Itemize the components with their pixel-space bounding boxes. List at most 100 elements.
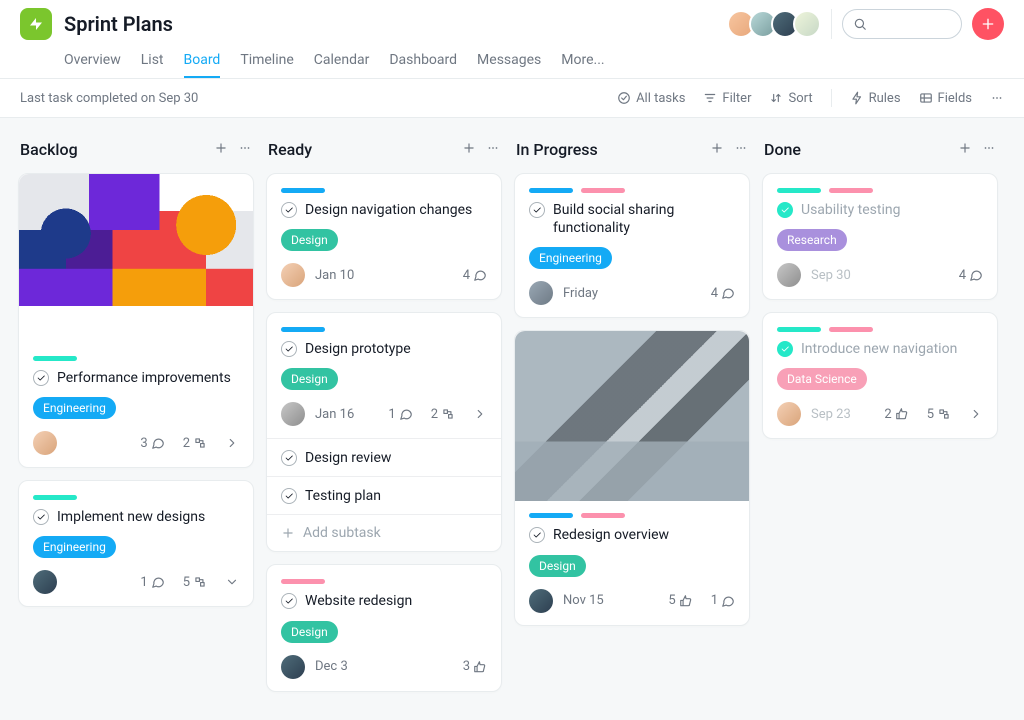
assignee-avatar[interactable] <box>777 263 801 287</box>
subtask-count[interactable]: 5 <box>927 407 951 422</box>
expand-button[interactable] <box>969 407 983 421</box>
dots-icon <box>238 141 252 155</box>
sort-button[interactable]: Sort <box>769 91 812 106</box>
comment-count[interactable]: 4 <box>959 268 983 283</box>
subtask-item[interactable]: Testing plan <box>267 477 501 515</box>
complete-checkbox[interactable] <box>281 488 297 504</box>
comment-count[interactable]: 3 <box>140 436 164 451</box>
assignee-avatar[interactable] <box>529 589 553 613</box>
subtask-count[interactable]: 2 <box>183 436 207 451</box>
collapse-button[interactable] <box>225 575 239 589</box>
comment-count[interactable]: 1 <box>140 575 164 590</box>
task-card[interactable]: Performance improvements Engineering 3 2 <box>18 173 254 468</box>
subtask-count[interactable]: 5 <box>183 575 207 590</box>
assignee-avatar[interactable] <box>777 402 801 426</box>
tag-engineering[interactable]: Engineering <box>529 247 612 269</box>
tab-overview[interactable]: Overview <box>64 44 121 78</box>
assignee-avatar[interactable] <box>33 431 57 455</box>
complete-checkbox[interactable] <box>281 341 297 357</box>
tag-engineering[interactable]: Engineering <box>33 536 116 558</box>
column-menu[interactable] <box>734 140 748 159</box>
tag-engineering[interactable]: Engineering <box>33 397 116 419</box>
comment-count[interactable]: 4 <box>463 268 487 283</box>
tab-list[interactable]: List <box>141 44 164 78</box>
comment-count[interactable]: 1 <box>711 593 735 608</box>
task-card[interactable]: Build social sharing functionality Engin… <box>514 173 750 318</box>
tab-dashboard[interactable]: Dashboard <box>389 44 457 78</box>
complete-checkbox[interactable] <box>33 509 49 525</box>
complete-checkbox[interactable] <box>281 450 297 466</box>
plus-icon <box>710 141 724 155</box>
project-stripes <box>529 513 735 518</box>
dots-icon <box>734 141 748 155</box>
tab-messages[interactable]: Messages <box>477 44 541 78</box>
rules-button[interactable]: Rules <box>850 91 901 106</box>
subtask-title: Testing plan <box>305 488 381 504</box>
project-title: Sprint Plans <box>64 12 173 36</box>
search-input[interactable] <box>842 9 962 39</box>
subtask-item[interactable]: Design review <box>267 439 501 477</box>
column-menu[interactable] <box>982 140 996 159</box>
add-subtask-button[interactable]: Add subtask <box>267 515 501 551</box>
expand-button[interactable] <box>225 436 239 450</box>
like-count[interactable]: 5 <box>668 593 692 608</box>
column-menu[interactable] <box>238 140 252 159</box>
more-options[interactable] <box>990 91 1004 105</box>
add-card-button[interactable] <box>462 140 476 159</box>
tab-timeline[interactable]: Timeline <box>240 44 293 78</box>
avatar[interactable] <box>793 10 821 38</box>
comment-icon <box>473 268 487 282</box>
comment-count[interactable]: 1 <box>388 407 412 422</box>
tab-more[interactable]: More... <box>561 44 604 78</box>
task-card[interactable]: Design navigation changes Design Jan 10 … <box>266 173 502 300</box>
like-count[interactable]: 3 <box>463 659 487 674</box>
subtask-count[interactable]: 2 <box>431 407 455 422</box>
complete-checkbox[interactable] <box>529 202 545 218</box>
tag-design[interactable]: Design <box>529 555 586 577</box>
assignee-avatar[interactable] <box>281 655 305 679</box>
tag-design[interactable]: Design <box>281 621 338 643</box>
column-header: Done <box>762 134 998 173</box>
column-menu[interactable] <box>486 140 500 159</box>
task-card[interactable]: Design prototype Design Jan 16 1 2 Desig… <box>266 312 502 552</box>
assignee-avatar[interactable] <box>529 281 553 305</box>
assignee-avatar[interactable] <box>33 570 57 594</box>
all-tasks-filter[interactable]: All tasks <box>617 91 685 106</box>
fields-button[interactable]: Fields <box>919 91 972 106</box>
tab-calendar[interactable]: Calendar <box>314 44 370 78</box>
column-title: Done <box>764 140 801 159</box>
complete-checkbox[interactable] <box>281 593 297 609</box>
task-card[interactable]: Usability testing Research Sep 30 4 <box>762 173 998 300</box>
complete-checkbox[interactable] <box>33 370 49 386</box>
tag-research[interactable]: Research <box>777 229 847 251</box>
task-card[interactable]: Website redesign Design Dec 3 3 <box>266 564 502 691</box>
complete-checkbox[interactable] <box>281 202 297 218</box>
assignee-avatar[interactable] <box>281 263 305 287</box>
complete-checkbox[interactable] <box>777 341 793 357</box>
member-avatars[interactable] <box>733 10 821 38</box>
tag-design[interactable]: Design <box>281 368 338 390</box>
complete-checkbox[interactable] <box>777 202 793 218</box>
header: Sprint Plans Overview List Board Timelin… <box>0 0 1024 79</box>
task-card[interactable]: Redesign overview Design Nov 15 5 1 <box>514 330 750 625</box>
project-stripes <box>529 188 735 193</box>
filter-button[interactable]: Filter <box>703 91 751 106</box>
tag-design[interactable]: Design <box>281 229 338 251</box>
expand-button[interactable] <box>473 407 487 421</box>
assignee-avatar[interactable] <box>281 402 305 426</box>
subtask-list: Design review Testing plan Add subtask <box>267 438 501 551</box>
tab-board[interactable]: Board <box>184 44 221 78</box>
task-card[interactable]: Introduce new navigation Data Science Se… <box>762 312 998 439</box>
comment-icon <box>151 575 165 589</box>
add-card-button[interactable] <box>710 140 724 159</box>
like-count[interactable]: 2 <box>884 407 908 422</box>
add-card-button[interactable] <box>214 140 228 159</box>
comment-count[interactable]: 4 <box>711 286 735 301</box>
complete-checkbox[interactable] <box>529 527 545 543</box>
tag-data-science[interactable]: Data Science <box>777 368 867 390</box>
task-card[interactable]: Implement new designs Engineering 1 5 <box>18 480 254 607</box>
project-icon[interactable] <box>20 8 52 40</box>
add-card-button[interactable] <box>958 140 972 159</box>
comment-icon <box>969 268 983 282</box>
add-button[interactable] <box>972 8 1004 40</box>
